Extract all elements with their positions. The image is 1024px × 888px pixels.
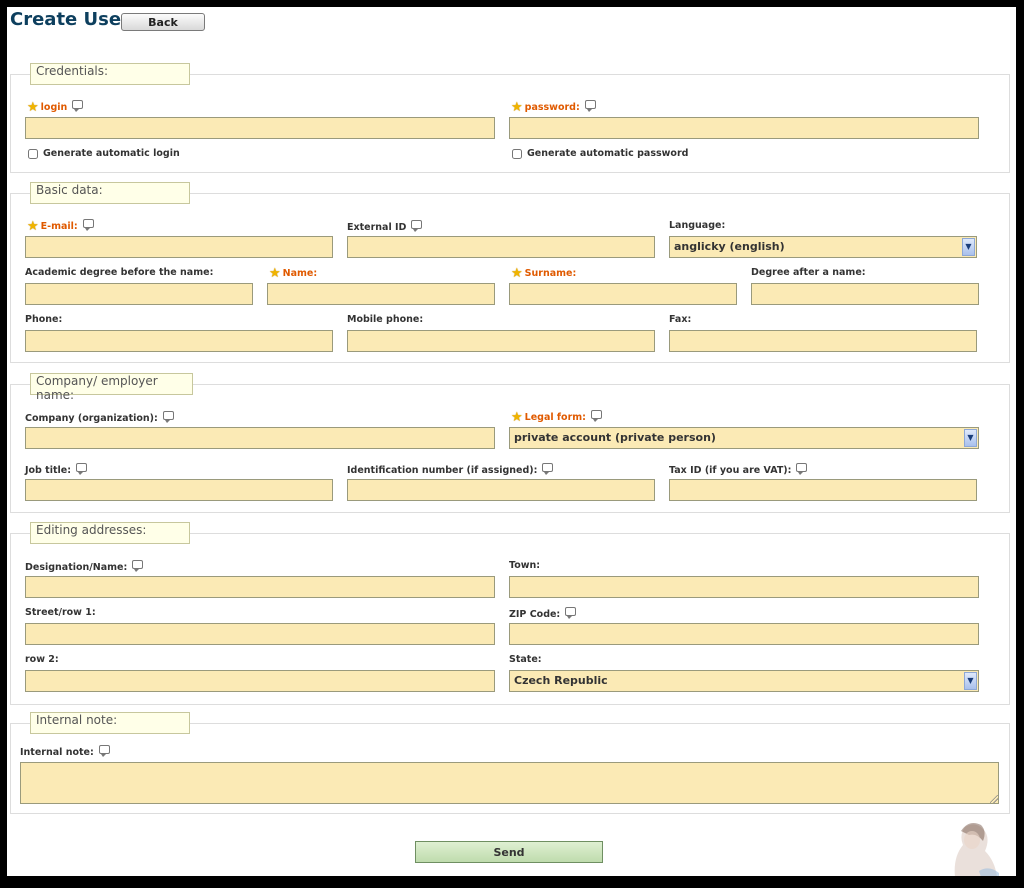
star-icon: ★	[511, 410, 523, 425]
job-title-input[interactable]	[25, 479, 333, 501]
internal-note-textarea[interactable]	[20, 762, 999, 804]
addresses-legend: Editing addresses:	[30, 522, 190, 544]
star-icon: ★	[27, 100, 39, 115]
email-input[interactable]	[25, 236, 333, 258]
degree-before-input[interactable]	[25, 283, 253, 305]
email-label: ★ E-mail:	[27, 219, 94, 234]
language-label: Language:	[669, 220, 726, 231]
degree-after-label: Degree after a name:	[751, 267, 866, 278]
phone-input[interactable]	[25, 330, 333, 352]
zip-input[interactable]	[509, 623, 979, 645]
page-title: Create User	[10, 9, 130, 30]
speech-bubble-icon[interactable]	[584, 100, 596, 112]
identification-number-label: Identification number (if assigned):	[347, 463, 554, 476]
internal-note-label: Internal note:	[20, 745, 110, 758]
external-id-input[interactable]	[347, 236, 655, 258]
generate-password-label: Generate automatic password	[527, 148, 689, 159]
star-icon: ★	[269, 266, 281, 281]
create-user-page: Create User Back Credentials: ★ login Gen…	[7, 7, 1016, 876]
chevron-down-icon[interactable]: ▼	[964, 429, 977, 447]
phone-label: Phone:	[25, 314, 63, 325]
decorative-person-image	[954, 823, 999, 876]
state-select[interactable]: Czech Republic ▼	[509, 670, 979, 692]
speech-bubble-icon[interactable]	[132, 560, 144, 572]
speech-bubble-icon[interactable]	[590, 410, 602, 422]
password-input[interactable]	[509, 117, 979, 139]
credentials-legend: Credentials:	[30, 63, 190, 85]
generate-password-checkbox[interactable]	[512, 149, 522, 159]
state-label: State:	[509, 654, 542, 665]
login-label: ★ login	[27, 100, 84, 115]
degree-before-label: Academic degree before the name:	[25, 267, 214, 278]
tax-id-label: Tax ID (if you are VAT):	[669, 463, 808, 476]
street-label: Street/row 1:	[25, 607, 96, 618]
company-input[interactable]	[25, 427, 495, 449]
chevron-down-icon[interactable]: ▼	[962, 238, 975, 256]
designation-label: Designation/Name:	[25, 560, 144, 573]
send-button[interactable]: Send	[415, 841, 603, 863]
town-label: Town:	[509, 560, 541, 571]
row2-input[interactable]	[25, 670, 495, 692]
name-label: ★ Name:	[269, 266, 318, 281]
legal-form-label: ★ Legal form:	[511, 410, 602, 425]
internal-note-legend: Internal note:	[30, 712, 190, 734]
row2-label: row 2:	[25, 654, 59, 665]
star-icon: ★	[511, 100, 523, 115]
fax-label: Fax:	[669, 314, 692, 325]
speech-bubble-icon[interactable]	[82, 219, 94, 231]
speech-bubble-icon[interactable]	[542, 463, 554, 475]
speech-bubble-icon[interactable]	[72, 100, 84, 112]
identification-number-input[interactable]	[347, 479, 655, 501]
login-input[interactable]	[25, 117, 495, 139]
back-button[interactable]: Back	[121, 13, 205, 31]
street-input[interactable]	[25, 623, 495, 645]
degree-after-input[interactable]	[751, 283, 979, 305]
external-id-label: External ID	[347, 220, 423, 233]
password-label: ★ password:	[511, 100, 596, 115]
chevron-down-icon[interactable]: ▼	[964, 672, 977, 690]
language-select[interactable]: anglicky (english) ▼	[669, 236, 977, 258]
basic-data-legend: Basic data:	[30, 182, 190, 204]
surname-input[interactable]	[509, 283, 737, 305]
company-label: Company (organization):	[25, 411, 174, 424]
speech-bubble-icon[interactable]	[162, 411, 174, 423]
star-icon: ★	[511, 266, 523, 281]
tax-id-input[interactable]	[669, 479, 977, 501]
speech-bubble-icon[interactable]	[565, 607, 577, 619]
star-icon: ★	[27, 219, 39, 234]
company-legend: Company/ employer name:	[30, 373, 193, 402]
fax-input[interactable]	[669, 330, 977, 352]
town-input[interactable]	[509, 576, 979, 598]
generate-login-label: Generate automatic login	[43, 148, 180, 159]
mobile-phone-input[interactable]	[347, 330, 655, 352]
legal-form-select[interactable]: private account (private person) ▼	[509, 427, 979, 449]
zip-label: ZIP Code:	[509, 607, 577, 620]
internal-note-wrapper	[20, 762, 999, 804]
designation-input[interactable]	[25, 576, 495, 598]
mobile-phone-label: Mobile phone:	[347, 314, 424, 325]
speech-bubble-icon[interactable]	[76, 463, 88, 475]
generate-login-checkbox[interactable]	[28, 149, 38, 159]
speech-bubble-icon[interactable]	[796, 463, 808, 475]
speech-bubble-icon[interactable]	[411, 220, 423, 232]
resize-grip-icon[interactable]	[990, 795, 998, 803]
speech-bubble-icon[interactable]	[98, 745, 110, 757]
job-title-label: Job title:	[25, 463, 88, 476]
name-input[interactable]	[267, 283, 495, 305]
surname-label: ★ Surname:	[511, 266, 577, 281]
